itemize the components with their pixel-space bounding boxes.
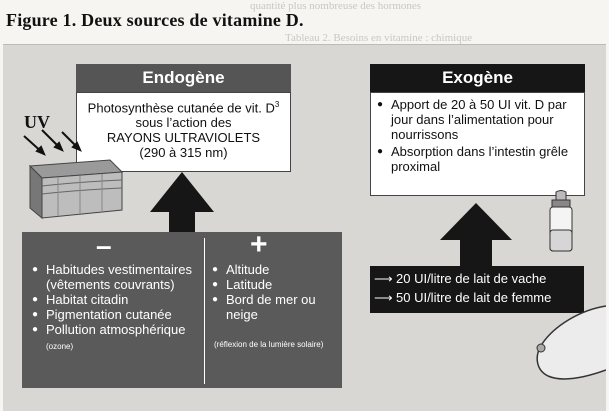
skin-illustration xyxy=(23,129,124,220)
endogene-title: Endogène xyxy=(76,64,291,92)
plus-item-latitude: Latitude xyxy=(212,277,338,292)
minus-factors-list: Habitudes vestimentaires (vêtements couv… xyxy=(32,262,200,354)
minus-sign: – xyxy=(96,230,112,261)
breast-illustration xyxy=(536,305,606,380)
exogene-text-box: Apport de 20 à 50 UI vit. D par jour dan… xyxy=(370,92,585,196)
plus-item-altitude: Altitude xyxy=(212,262,338,277)
exogene-item-intake: Apport de 20 à 50 UI vit. D par jour dan… xyxy=(377,97,578,142)
baby-bottle-illustration xyxy=(549,190,573,252)
exogene-title: Exogène xyxy=(370,64,585,92)
endogene-line-1: Photosynthèse cutanée de vit. D3 xyxy=(87,100,280,116)
endogene-up-arrow xyxy=(150,172,214,232)
minus-item-clothing: Habitudes vestimentaires (vêtements couv… xyxy=(32,262,200,292)
plus-item-sea-snow: Bord de mer ou neige xyxy=(212,292,338,322)
plus-sign: + xyxy=(250,228,268,261)
pollution-note: (ozone) xyxy=(46,342,74,351)
minus-item-urban: Habitat citadin xyxy=(32,292,200,307)
milk-row-cow: ⟶ 20 UI/litre de lait de vache xyxy=(374,271,547,286)
exogene-item-absorption: Absorption dans l’intestin grêle proxima… xyxy=(377,144,578,174)
factors-divider xyxy=(204,238,205,384)
exogene-list: Apport de 20 à 50 UI vit. D par jour dan… xyxy=(377,97,578,174)
arrow-right-icon: ⟶ xyxy=(374,271,393,286)
plus-factors-list: Altitude Latitude Bord de mer ou neige xyxy=(212,262,338,322)
arrow-right-icon: ⟶ xyxy=(374,290,393,305)
plus-note: (réflexion de la lumière solaire) xyxy=(214,340,324,349)
exogene-up-arrow xyxy=(440,203,512,268)
minus-item-pollution: Pollution atmosphérique (ozone) xyxy=(32,322,200,354)
factors-box: – Habitudes vestimentaires (vêtements co… xyxy=(22,228,342,388)
minus-item-pigmentation: Pigmentation cutanée xyxy=(32,307,200,322)
